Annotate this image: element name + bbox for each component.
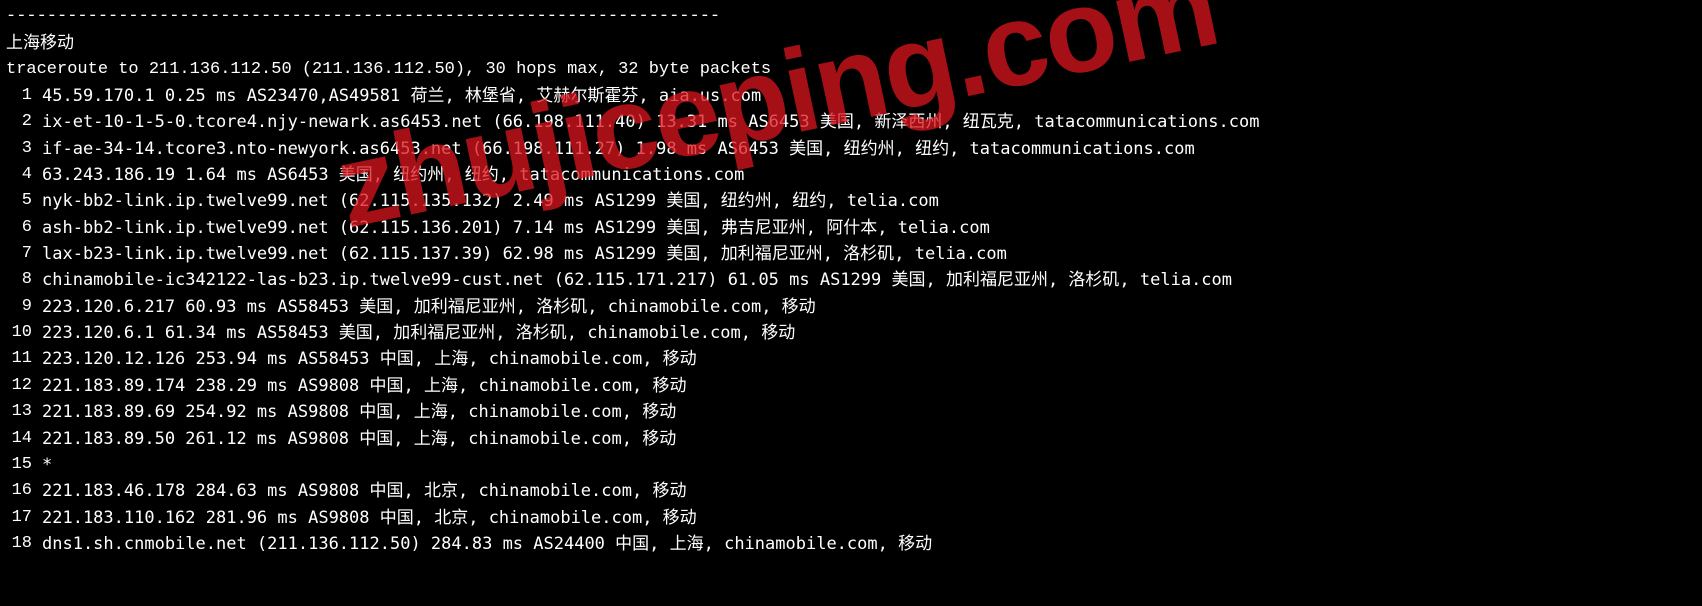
- hop-number: 2: [6, 109, 42, 135]
- hop-number: 3: [6, 136, 42, 162]
- hop-detail: chinamobile-ic342122-las-b23.ip.twelve99…: [42, 267, 1232, 293]
- hop-number: 10: [6, 320, 42, 346]
- hop-detail: dns1.sh.cnmobile.net (211.136.112.50) 28…: [42, 531, 932, 557]
- hop-row: 463.243.186.19 1.64 ms AS6453 美国, 纽约州, 纽…: [6, 162, 1696, 188]
- hop-detail: ix-et-10-1-5-0.tcore4.njy-newark.as6453.…: [42, 109, 1259, 135]
- hop-number: 15: [6, 452, 42, 478]
- hop-row: 18dns1.sh.cnmobile.net (211.136.112.50) …: [6, 531, 1696, 557]
- hop-detail: 221.183.89.174 238.29 ms AS9808 中国, 上海, …: [42, 373, 686, 399]
- hop-number: 1: [6, 83, 42, 109]
- hop-detail: *: [42, 452, 52, 478]
- hop-row: 13221.183.89.69 254.92 ms AS9808 中国, 上海,…: [6, 399, 1696, 425]
- hop-number: 7: [6, 241, 42, 267]
- hop-row: 8chinamobile-ic342122-las-b23.ip.twelve9…: [6, 267, 1696, 293]
- hop-number: 6: [6, 215, 42, 241]
- hop-detail: 221.183.89.50 261.12 ms AS9808 中国, 上海, c…: [42, 426, 676, 452]
- hop-row: 14221.183.89.50 261.12 ms AS9808 中国, 上海,…: [6, 426, 1696, 452]
- hop-detail: 223.120.6.1 61.34 ms AS58453 美国, 加利福尼亚州,…: [42, 320, 795, 346]
- hop-row: 6ash-bb2-link.ip.twelve99.net (62.115.13…: [6, 215, 1696, 241]
- hop-row: 2ix-et-10-1-5-0.tcore4.njy-newark.as6453…: [6, 109, 1696, 135]
- hop-list: 145.59.170.1 0.25 ms AS23470,AS49581 荷兰,…: [6, 83, 1696, 557]
- hop-number: 5: [6, 188, 42, 214]
- hop-row: 10223.120.6.1 61.34 ms AS58453 美国, 加利福尼亚…: [6, 320, 1696, 346]
- hop-number: 9: [6, 294, 42, 320]
- hop-detail: 45.59.170.1 0.25 ms AS23470,AS49581 荷兰, …: [42, 83, 761, 109]
- hop-detail: 223.120.12.126 253.94 ms AS58453 中国, 上海,…: [42, 346, 697, 372]
- hop-detail: 221.183.46.178 284.63 ms AS9808 中国, 北京, …: [42, 478, 686, 504]
- hop-detail: if-ae-34-14.tcore3.nto-newyork.as6453.ne…: [42, 136, 1195, 162]
- hop-row: 145.59.170.1 0.25 ms AS23470,AS49581 荷兰,…: [6, 83, 1696, 109]
- hop-number: 18: [6, 531, 42, 557]
- hop-number: 13: [6, 399, 42, 425]
- hop-detail: 221.183.110.162 281.96 ms AS9808 中国, 北京,…: [42, 505, 697, 531]
- hop-detail: ash-bb2-link.ip.twelve99.net (62.115.136…: [42, 215, 990, 241]
- hop-row: 12221.183.89.174 238.29 ms AS9808 中国, 上海…: [6, 373, 1696, 399]
- hop-row: 9223.120.6.217 60.93 ms AS58453 美国, 加利福尼…: [6, 294, 1696, 320]
- hop-detail: 221.183.89.69 254.92 ms AS9808 中国, 上海, c…: [42, 399, 676, 425]
- hop-number: 14: [6, 426, 42, 452]
- traceroute-title: 上海移动: [6, 30, 1696, 56]
- hop-row: 17221.183.110.162 281.96 ms AS9808 中国, 北…: [6, 505, 1696, 531]
- hop-detail: lax-b23-link.ip.twelve99.net (62.115.137…: [42, 241, 1007, 267]
- separator-line: ----------------------------------------…: [6, 4, 1696, 30]
- hop-number: 16: [6, 478, 42, 504]
- hop-detail: 63.243.186.19 1.64 ms AS6453 美国, 纽约州, 纽约…: [42, 162, 744, 188]
- hop-row: 3if-ae-34-14.tcore3.nto-newyork.as6453.n…: [6, 136, 1696, 162]
- hop-row: 5nyk-bb2-link.ip.twelve99.net (62.115.13…: [6, 188, 1696, 214]
- hop-detail: 223.120.6.217 60.93 ms AS58453 美国, 加利福尼亚…: [42, 294, 816, 320]
- hop-number: 17: [6, 505, 42, 531]
- hop-number: 12: [6, 373, 42, 399]
- hop-row: 11223.120.12.126 253.94 ms AS58453 中国, 上…: [6, 346, 1696, 372]
- hop-row: 15*: [6, 452, 1696, 478]
- traceroute-header: traceroute to 211.136.112.50 (211.136.11…: [6, 57, 1696, 83]
- hop-number: 4: [6, 162, 42, 188]
- hop-row: 7lax-b23-link.ip.twelve99.net (62.115.13…: [6, 241, 1696, 267]
- hop-detail: nyk-bb2-link.ip.twelve99.net (62.115.135…: [42, 188, 939, 214]
- hop-row: 16221.183.46.178 284.63 ms AS9808 中国, 北京…: [6, 478, 1696, 504]
- hop-number: 11: [6, 346, 42, 372]
- hop-number: 8: [6, 267, 42, 293]
